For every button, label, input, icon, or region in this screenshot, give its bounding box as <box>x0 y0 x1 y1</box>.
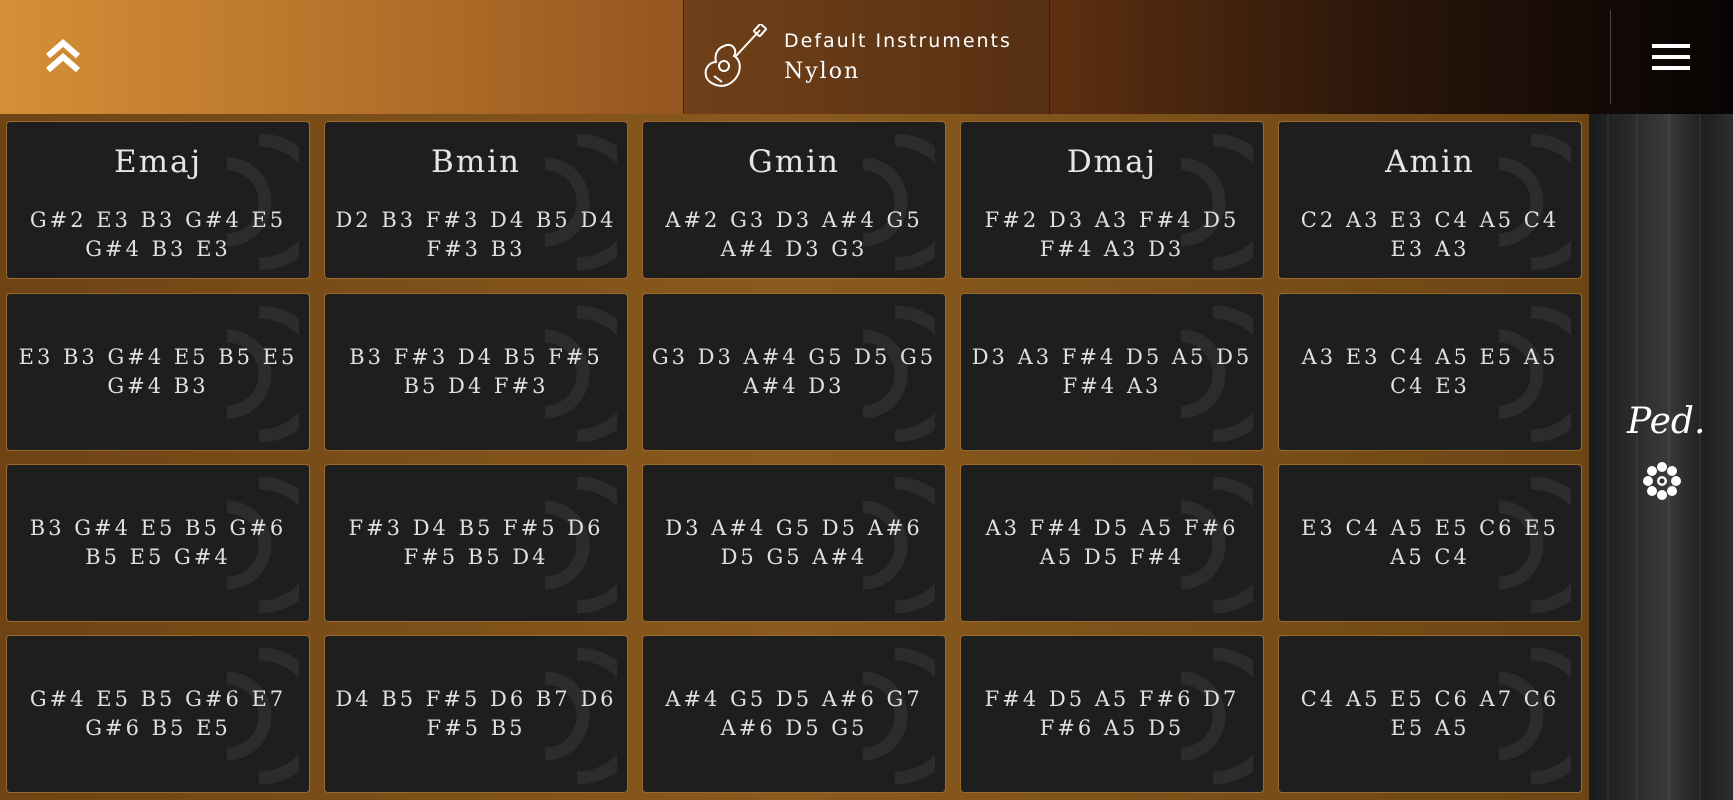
chord-notes: G#2 E3 B3 G#4 E5 G#4 B3 E3 <box>29 208 287 261</box>
chord-pad-grid: Emaj G#2 E3 B3 G#4 E5 G#4 B3 E3 Bmin D2 B3 … <box>0 114 1589 800</box>
chord-pad[interactable]: D3 A3 F#4 D5 A5 D5 F#4 A3 <box>960 293 1264 451</box>
chord-pad[interactable]: Amin C2 A3 E3 C4 A5 C4 E3 A3 <box>1278 121 1582 279</box>
chord-pad[interactable]: G#4 E5 B5 G#6 E7 G#6 B5 E5 <box>6 635 310 793</box>
chord-pad[interactable]: C4 A5 E5 C6 A7 C6 E5 A5 <box>1278 635 1582 793</box>
chord-notes: F#4 D5 A5 F#6 D7 F#6 A5 D5 <box>984 687 1240 740</box>
chord-pad[interactable]: E3 C4 A5 E5 C6 E5 A5 C4 <box>1278 464 1582 622</box>
chord-notes: E3 C4 A5 E5 C6 E5 A5 C4 <box>1301 516 1559 569</box>
chord-pad-area: Emaj G#2 E3 B3 G#4 E5 G#4 B3 E3 Bmin D2 B3 … <box>0 114 1589 800</box>
wood-grain <box>1699 114 1701 800</box>
chord-notes: A#4 G5 D5 A#6 G7 A#6 D5 G5 <box>665 687 923 740</box>
chord-notes: D2 B3 F#3 D4 B5 D4 F#3 B3 <box>335 208 617 261</box>
chord-pad[interactable]: Gmin A#2 G3 D3 A#4 G5 A#4 D3 G3 <box>642 121 946 279</box>
chord-pad[interactable]: E3 B3 G#4 E5 B5 E5 G#4 B3 <box>6 293 310 451</box>
chord-notes: A3 F#4 D5 A5 F#6 A5 D5 F#4 <box>985 516 1239 569</box>
wood-grain <box>1607 114 1609 800</box>
chord-notes: F#3 D4 B5 F#5 D6 F#5 B5 D4 <box>348 516 604 569</box>
chord-notes: E3 B3 G#4 E5 B5 E5 G#4 B3 <box>18 345 298 398</box>
hamburger-menu-icon <box>1652 44 1690 70</box>
chord-pad[interactable]: Bmin D2 B3 F#3 D4 B5 D4 F#3 B3 <box>324 121 628 279</box>
chord-pad[interactable]: D3 A#4 G5 D5 A#6 D5 G5 A#4 <box>642 464 946 622</box>
chord-notes: B3 F#3 D4 B5 F#5 B5 D4 F#3 <box>349 345 603 398</box>
instrument-category: Default Instruments <box>784 30 1012 52</box>
menu-divider <box>1610 10 1611 104</box>
chord-pad[interactable]: F#4 D5 A5 F#6 D7 F#6 A5 D5 <box>960 635 1264 793</box>
chord-notes: C2 A3 E3 C4 A5 C4 E3 A3 <box>1300 208 1560 261</box>
chord-notes: D3 A#4 G5 D5 A#6 D5 G5 A#4 <box>665 516 923 569</box>
acoustic-guitar-icon <box>704 24 767 87</box>
chord-name: Emaj <box>113 144 203 180</box>
chord-name: Amin <box>1385 144 1475 180</box>
chord-pad[interactable]: B3 G#4 E5 B5 G#6 B5 E5 G#4 <box>6 464 310 622</box>
chord-notes: F#2 D3 A3 F#4 D5 F#4 A3 D3 <box>984 208 1240 261</box>
chord-name: Bmin <box>430 144 522 180</box>
chord-pad[interactable]: A#4 G5 D5 A#6 G7 A#6 D5 G5 <box>642 635 946 793</box>
instrument-name: Nylon <box>784 59 861 84</box>
chord-notes: D3 A3 F#4 D5 A5 D5 F#4 A3 <box>971 345 1253 398</box>
chord-pad[interactable]: Dmaj F#2 D3 A3 F#4 D5 F#4 A3 D3 <box>960 121 1264 279</box>
chord-pad[interactable]: A3 E3 C4 A5 E5 A5 C4 E3 <box>1278 293 1582 451</box>
chord-name: Gmin <box>747 144 841 180</box>
chord-notes: G3 D3 A#4 G5 D5 G5 A#4 D3 <box>651 345 937 398</box>
chord-pad[interactable]: A3 F#4 D5 A5 F#6 A5 D5 F#4 <box>960 464 1264 622</box>
chord-pad[interactable]: G3 D3 A#4 G5 D5 G5 A#4 D3 <box>642 293 946 451</box>
chord-pad[interactable]: B3 F#3 D4 B5 F#5 B5 D4 F#3 <box>324 293 628 451</box>
chord-pad[interactable]: Emaj G#2 E3 B3 G#4 E5 G#4 B3 E3 <box>6 121 310 279</box>
sustain-pedal-button[interactable]: Ped. <box>1627 401 1705 442</box>
chord-notes: A3 E3 C4 A5 E5 A5 C4 E3 <box>1301 345 1559 398</box>
instrument-selector[interactable]: Default Instruments Nylon <box>683 0 1050 114</box>
menu-button[interactable] <box>1652 42 1690 72</box>
chord-notes: C4 A5 E5 C6 A7 C6 E5 A5 <box>1300 687 1560 740</box>
chord-notes: D4 B5 F#5 D6 B7 D6 F#5 B5 <box>335 687 617 740</box>
chord-notes: A#2 G3 D3 A#4 G5 A#4 D3 G3 <box>665 208 923 261</box>
chord-pad[interactable]: D4 B5 F#5 D6 B7 D6 F#5 B5 <box>324 635 628 793</box>
collapse-up-button[interactable] <box>40 34 86 80</box>
chord-notes: B3 G#4 E5 B5 G#6 B5 E5 G#4 <box>29 516 287 569</box>
top-bar: Default Instruments Nylon <box>0 0 1733 114</box>
chord-notes: G#4 E5 B5 G#6 E7 G#6 B5 E5 <box>29 687 287 740</box>
double-chevron-up-icon <box>46 39 80 73</box>
wood-grain <box>1668 114 1670 800</box>
pedal-sidebar: Ped. <box>1589 114 1733 800</box>
wood-grain <box>1636 114 1638 800</box>
pedal-release-flower-icon[interactable] <box>1641 460 1683 502</box>
chord-pad[interactable]: F#3 D4 B5 F#5 D6 F#5 B5 D4 <box>324 464 628 622</box>
chord-name: Dmaj <box>1066 144 1158 180</box>
